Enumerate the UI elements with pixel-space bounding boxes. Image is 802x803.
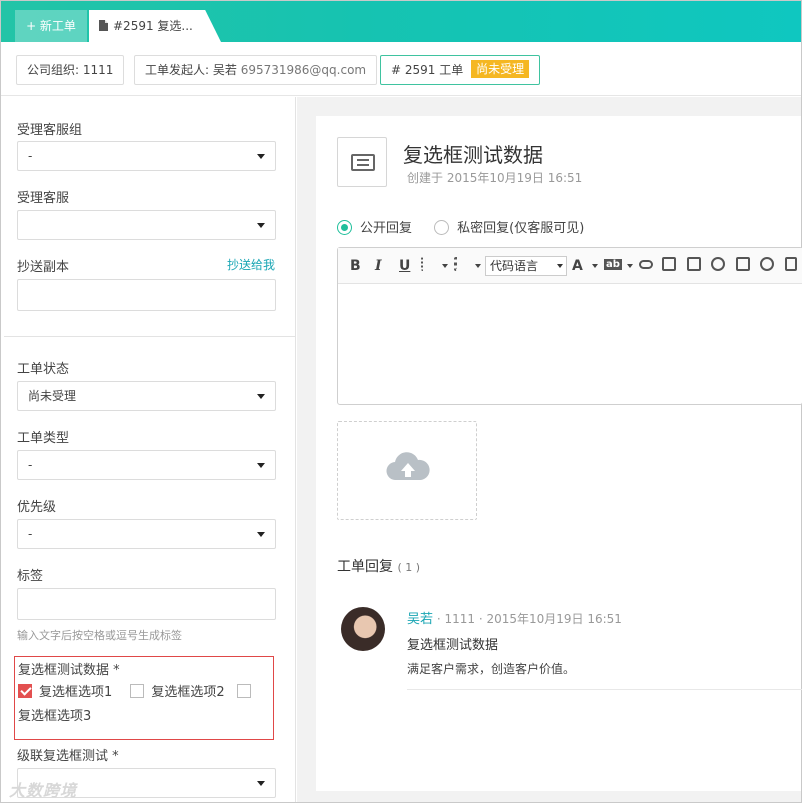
ticket-id: # 2591 工单: [391, 63, 464, 77]
reply-meta: · 1111 · 2015年10月19日 16:51: [436, 612, 622, 626]
reply-public-label: 公开回复: [360, 221, 413, 236]
code-language-select[interactable]: 代码语言: [485, 256, 567, 276]
chevron-down-icon[interactable]: [442, 264, 448, 268]
priority-label: 优先级: [17, 500, 57, 515]
agent-label: 受理客服: [17, 191, 70, 206]
checkbox-option-3-label[interactable]: 复选框选项3: [18, 709, 91, 724]
cloud-upload-icon: [386, 452, 430, 481]
bold-button[interactable]: B: [350, 258, 361, 274]
document-icon: [99, 20, 108, 31]
italic-button[interactable]: I: [375, 258, 382, 274]
chevron-down-icon[interactable]: [475, 264, 481, 268]
chevron-down-icon[interactable]: [592, 264, 598, 268]
tags-label: 标签: [17, 569, 44, 584]
reply-body: 满足客户需求，创造客户价值。: [407, 662, 576, 676]
status-select[interactable]: 尚未受理: [17, 381, 276, 411]
underline-button[interactable]: U: [399, 258, 410, 274]
paste-icon[interactable]: [785, 257, 797, 271]
ordered-list-icon[interactable]: [421, 257, 435, 271]
emoji-icon[interactable]: [711, 257, 725, 271]
checkbox-field-group: 复选框测试数据 * 复选框选项1 复选框选项2 复选框选项3: [14, 656, 274, 740]
reply-visibility: 公开回复 私密回复(仅客服可见): [337, 217, 584, 236]
org-pill[interactable]: 公司组织: 1111: [16, 55, 125, 85]
org-value: 1111: [82, 63, 114, 77]
agent-select[interactable]: [17, 210, 276, 240]
ticket-info-bar: 公司组织: 1111 工单发起人: 吴若 695731986@qq.com # …: [1, 42, 801, 96]
checkbox-option-2[interactable]: 复选框选项2: [130, 684, 225, 700]
group-select[interactable]: -: [17, 141, 276, 171]
checkbox-option-label: 复选框选项2: [151, 685, 225, 700]
reply-divider: [407, 689, 802, 690]
image-icon[interactable]: [687, 257, 701, 271]
checkbox-field-label: 复选框测试数据 *: [18, 663, 120, 678]
watermark: 大数跨境: [9, 781, 78, 800]
org-label: 公司组织:: [27, 63, 80, 77]
reply-header: 吴若 · 1111 · 2015年10月19日 16:51: [407, 608, 622, 627]
group-label: 受理客服组: [17, 123, 83, 138]
cc-label: 抄送副本: [17, 260, 70, 275]
checkbox-option-3-box[interactable]: [236, 684, 251, 698]
reply-private-label: 私密回复(仅客服可见): [457, 221, 585, 236]
initiator-label: 工单发起人:: [145, 63, 210, 77]
sidebar-divider: [4, 336, 296, 337]
ticket-properties-sidebar: 受理客服组 - 受理客服 抄送副本 抄送给我 工单状态 尚未受理 工单类型 - …: [4, 97, 296, 802]
highlight-button[interactable]: ab: [604, 259, 622, 270]
top-tab-bar: + 新工单 #2591 复选...: [1, 1, 801, 42]
ticket-tab-2591[interactable]: #2591 复选...: [89, 10, 221, 42]
unlink-icon[interactable]: [662, 257, 676, 271]
ticket-id-pill: # 2591 工单 尚未受理: [380, 55, 541, 85]
clock-icon[interactable]: [760, 257, 774, 271]
checkbox-option-1[interactable]: 复选框选项1: [18, 684, 113, 700]
upload-area[interactable]: [337, 421, 477, 520]
reply-public-option[interactable]: 公开回复: [337, 220, 413, 236]
checkbox-option-label: 复选框选项1: [39, 685, 113, 700]
font-color-button[interactable]: A: [572, 258, 583, 274]
checkbox-checked-icon[interactable]: [18, 684, 32, 698]
link-icon[interactable]: [639, 260, 653, 269]
calendar-icon[interactable]: [736, 257, 750, 271]
initiator-pill[interactable]: 工单发起人: 吴若 695731986@qq.com: [134, 55, 378, 85]
ticket-tab-label: #2591 复选...: [113, 19, 193, 33]
new-ticket-tab[interactable]: + 新工单: [15, 10, 87, 42]
ticket-created: 创建于 2015年10月19日 16:51: [407, 171, 583, 185]
avatar: [341, 607, 385, 651]
tags-input[interactable]: [17, 588, 276, 620]
cascade-label: 级联复选框测试 *: [17, 749, 119, 764]
replies-title: 工单回复: [337, 559, 393, 575]
status-badge: 尚未受理: [471, 60, 530, 78]
radio-icon[interactable]: [434, 220, 450, 235]
type-select[interactable]: -: [17, 450, 276, 480]
reply-private-option[interactable]: 私密回复(仅客服可见): [434, 220, 585, 236]
replies-header: 工单回复 ( 1 ): [337, 556, 420, 576]
bullet-list-icon[interactable]: [454, 257, 468, 271]
radio-selected-icon[interactable]: [337, 220, 352, 235]
tags-hint: 输入文字后按空格或逗号生成标签: [17, 629, 182, 642]
reply-title: 复选框测试数据: [407, 638, 499, 653]
type-label: 工单类型: [17, 431, 70, 446]
reply-author[interactable]: 吴若: [407, 612, 433, 627]
cc-input[interactable]: [17, 279, 276, 311]
replies-count: ( 1 ): [397, 561, 421, 574]
checkbox-icon[interactable]: [130, 684, 145, 698]
status-label: 工单状态: [17, 362, 70, 377]
ticket-icon: [337, 137, 387, 187]
initiator-email: 695731986@qq.com: [240, 63, 367, 77]
priority-select[interactable]: -: [17, 519, 276, 549]
reply-editor[interactable]: B I U 代码语言 A ab: [337, 247, 802, 405]
editor-toolbar: B I U 代码语言 A ab: [338, 248, 802, 284]
initiator-name: 吴若: [212, 63, 237, 77]
ticket-title: 复选框测试数据: [403, 143, 543, 167]
message-icon: [351, 154, 375, 171]
cc-me-link[interactable]: 抄送给我: [227, 256, 275, 273]
chevron-down-icon[interactable]: [627, 264, 633, 268]
checkbox-options: 复选框选项1 复选框选项2 复选框选项3: [18, 681, 272, 729]
